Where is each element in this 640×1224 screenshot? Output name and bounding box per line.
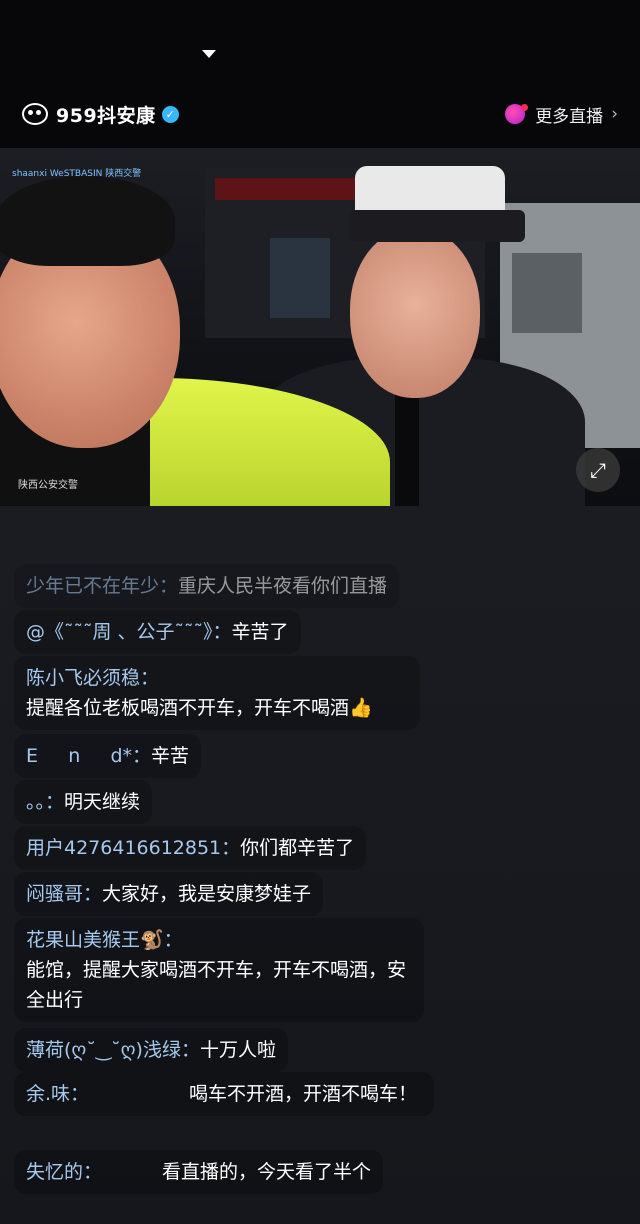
comment-item: 花果山美猴王🐒： 能馆，提醒大家喝酒不开车，开车不喝酒，安全出行	[14, 918, 424, 1022]
comment-text: 喝车不开酒，开酒不喝车！	[189, 1083, 418, 1105]
fullscreen-expand-icon[interactable]: ⤢	[576, 448, 620, 492]
comment-item: 失忆的： 看直播的，今天看了半个	[14, 1150, 384, 1194]
comment-text: 明天继续	[64, 791, 141, 813]
police-watermark: 陕西公安交警	[18, 480, 78, 491]
comment-item: 陈小飞必须稳： 提醒各位老板喝酒不开车，开车不喝酒👍	[14, 656, 420, 730]
live-icon	[505, 104, 529, 124]
comment-text: 辛苦	[151, 745, 190, 767]
comment-user: 花果山美猴王🐒：	[26, 929, 183, 951]
comment-user: 失忆的：	[26, 1161, 103, 1183]
booth-window	[512, 253, 582, 333]
comment-text: 提醒各位老板喝酒不开车，开车不喝酒👍	[26, 697, 373, 719]
more-live-button[interactable]: 更多直播 ›	[505, 100, 618, 128]
comment-user: E n d*：	[26, 745, 152, 767]
comment-list[interactable]: 少年已不在年少：重庆人民半夜看你们直播 @《˜˜˜周 、公子˜˜˜》：辛苦了 陈…	[0, 506, 640, 1224]
comment-item: E n d*：辛苦	[14, 734, 202, 778]
broadcaster-watermark: shaanxi WeSTBASIN 陕西交警	[12, 169, 142, 179]
comment-text: 大家好，我是安康梦娃子	[102, 883, 312, 905]
officer-cap-band	[350, 210, 525, 242]
comment-text: 十万人啦	[199, 1039, 276, 1061]
live-video[interactable]: shaanxi WeSTBASIN 陕西交警 陕西公安交警 ⤢	[0, 148, 640, 506]
building-door	[270, 238, 330, 318]
comment-text: 辛苦了	[231, 621, 289, 643]
comment-user: 。。：	[26, 791, 65, 813]
comment-item: 。。：明天继续	[14, 780, 153, 824]
comment-user: 用户4276416612851：	[26, 837, 241, 859]
building-sign	[215, 178, 360, 200]
comment-user: 闷骚哥：	[26, 883, 103, 905]
comment-text: 看直播的，今天看了半个	[162, 1161, 372, 1183]
collapse-chevron-icon[interactable]	[202, 50, 216, 58]
comment-user: 薄荷(ღ˘‿˘ღ)浅绿：	[26, 1039, 200, 1061]
comment-user: @《˜˜˜周 、公子˜˜˜》：	[26, 621, 232, 643]
officer-tie	[395, 388, 419, 506]
comment-item: @《˜˜˜周 、公子˜˜˜》：辛苦了	[14, 610, 301, 654]
channel-logo-icon	[22, 103, 48, 125]
comment-text: 能馆，提醒大家喝酒不开车，开车不喝酒，安全出行	[26, 959, 407, 1011]
comment-item: 余.味： 喝车不开酒，开酒不喝车！	[14, 1072, 434, 1116]
comment-item: 薄荷(ღ˘‿˘ღ)浅绿：十万人啦	[14, 1028, 288, 1072]
channel-name: 959抖安康	[56, 104, 156, 127]
channel-header[interactable]: 959抖安康 ✓	[22, 98, 179, 130]
chevron-right-icon: ›	[611, 104, 618, 124]
host-hair	[0, 176, 175, 266]
verified-icon: ✓	[161, 105, 179, 123]
comment-user: 余.味：	[26, 1083, 90, 1105]
comment-item: 少年已不在年少：重庆人民半夜看你们直播	[14, 564, 400, 608]
comment-item: 用户4276416612851：你们都辛苦了	[14, 826, 367, 870]
top-bar: 959抖安康 ✓ 更多直播 ›	[0, 0, 640, 148]
comment-text: 你们都辛苦了	[240, 837, 355, 859]
more-live-label: 更多直播	[535, 106, 604, 127]
comment-user: 陈小飞必须稳：	[26, 667, 160, 689]
comment-item: 闷骚哥：大家好，我是安康梦娃子	[14, 872, 324, 916]
officer-face	[350, 228, 480, 398]
comment-user: 少年已不在年少：	[26, 575, 179, 597]
comment-text: 重庆人民半夜看你们直播	[178, 575, 388, 597]
